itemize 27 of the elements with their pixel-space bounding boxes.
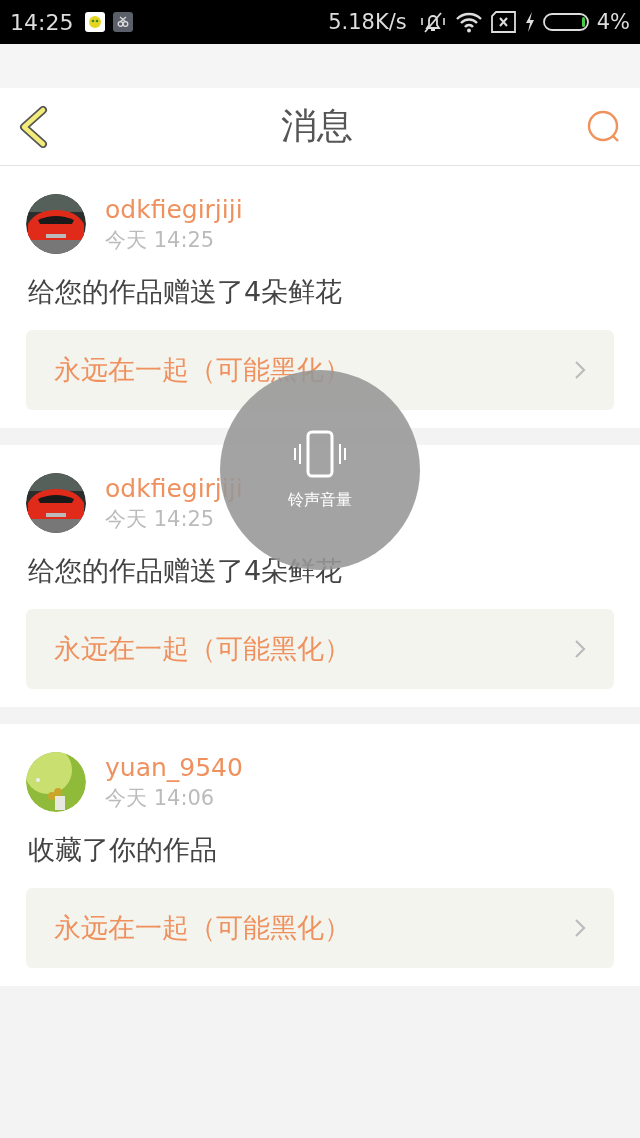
work-link[interactable]: 永远在一起（可能黑化） bbox=[26, 609, 614, 689]
message-text: 给您的作品赠送了4朵鲜花 bbox=[28, 554, 344, 588]
chevron-icon bbox=[574, 918, 586, 938]
chevron-icon bbox=[574, 639, 586, 659]
back-icon[interactable] bbox=[18, 105, 48, 148]
vibrate-icon bbox=[292, 429, 348, 478]
sim-icon bbox=[490, 11, 517, 33]
chevron-icon bbox=[574, 360, 586, 380]
battery-percent: 4% bbox=[596, 10, 630, 34]
wifi-icon bbox=[454, 11, 483, 33]
user-name[interactable]: odkfiegirjiji bbox=[105, 194, 243, 224]
toast-label: 铃声音量 bbox=[288, 489, 352, 511]
app-icon bbox=[113, 12, 134, 32]
app-icon bbox=[85, 12, 106, 32]
message-text: 给您的作品赠送了4朵鲜花 bbox=[28, 275, 344, 309]
muted-bell-icon bbox=[418, 10, 447, 34]
message-text: 收藏了你的作品 bbox=[28, 833, 218, 867]
message-time: 今天 14:25 bbox=[105, 226, 216, 254]
user-name[interactable]: yuan_9540 bbox=[105, 752, 243, 782]
message-time: 今天 14:06 bbox=[105, 784, 216, 812]
charging-icon bbox=[524, 12, 535, 32]
network-speed: 5.18K/s bbox=[328, 10, 407, 34]
battery-icon bbox=[542, 12, 589, 32]
message-time: 今天 14:25 bbox=[105, 505, 216, 533]
page-title: 消息 bbox=[281, 104, 353, 148]
status-time: 14:25 bbox=[10, 9, 74, 35]
work-link[interactable]: 永远在一起（可能黑化） bbox=[26, 888, 614, 968]
